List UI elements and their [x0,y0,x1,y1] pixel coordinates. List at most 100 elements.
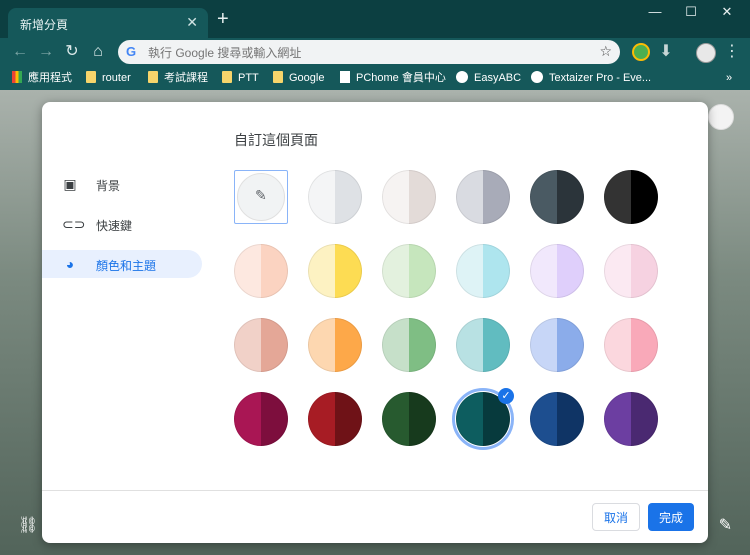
color-swatch[interactable] [308,318,362,372]
bookmark-label: Google [289,72,325,84]
color-swatch[interactable] [456,244,510,298]
google-icon: G [126,44,137,59]
new-tab-button[interactable]: + [217,9,229,29]
color-swatch[interactable] [530,244,584,298]
swatch-outline [530,392,584,446]
swatch-outline [456,170,510,224]
forward-button[interactable]: → [36,42,56,62]
color-swatch[interactable] [308,170,362,224]
account-avatar[interactable] [708,104,734,130]
bookmarks-more-button[interactable]: » [726,70,732,86]
palette-icon: ◕ [65,256,75,272]
nav-shortcuts[interactable]: ⊂⊃ 快速鍵 [42,210,202,238]
bookmark-label: router [102,72,131,84]
minimize-button[interactable]: — [640,4,670,24]
swatch-outline [234,318,288,372]
reload-button[interactable]: ↻ [62,42,82,62]
extension-icon[interactable] [632,43,650,61]
image-icon: ▣ [63,176,77,192]
folder-icon [222,71,232,83]
color-swatch[interactable] [604,392,658,446]
swatch-outline [530,170,584,224]
nav-colors-themes[interactable]: ◕ 顏色和主題 [42,250,202,278]
bookmark-label: PTT [238,72,259,84]
tab-title: 新增分頁 [20,18,69,32]
address-bar[interactable]: G ☆ [118,40,620,64]
bookmark-easyabc[interactable]: EasyABC [456,70,521,86]
swatch-outline [308,318,362,372]
bookmark-textaizer[interactable]: Textaizer Pro - Eve... [531,70,651,86]
selected-check-icon: ✓ [498,388,514,404]
nav-label: 背景 [96,179,121,193]
color-swatch[interactable] [604,318,658,372]
bookmarks-bar: 應用程式 router 考試課程 PTT Google PChome 會員中心 … [0,66,750,90]
bookmark-pchome[interactable]: PChome 會員中心 [340,70,446,86]
nav-label: 顏色和主題 [96,259,157,273]
color-swatch[interactable] [234,244,288,298]
nav-background[interactable]: ▣ 背景 [42,170,202,198]
swatch-outline [604,244,658,298]
link-icon: ⊂⊃ [62,216,86,232]
swatch-outline [234,244,288,298]
folder-icon [148,71,158,83]
color-swatch[interactable] [604,244,658,298]
shortcut-link-icon[interactable]: ⛓ [18,515,38,535]
custom-color-picker[interactable]: ✎ [234,170,288,224]
swatch-outline [308,170,362,224]
globe-icon [531,71,543,83]
color-swatch[interactable] [382,170,436,224]
bookmark-label: EasyABC [474,72,522,84]
swatch-outline [530,244,584,298]
customize-pencil-icon[interactable]: ✎ [719,515,732,535]
browser-tab[interactable]: 新增分頁 ✕ [8,8,208,38]
eyedropper-icon: ✎ [255,187,267,203]
color-swatch[interactable] [456,318,510,372]
color-swatch[interactable] [308,392,362,446]
swatch-outline [604,170,658,224]
customize-dialog: 自訂這個頁面 ▣ 背景 ⊂⊃ 快速鍵 ◕ 顏色和主題 ✎ ✓ 取消 完成 [42,102,708,543]
bookmark-router[interactable]: router [86,70,131,86]
swatch-outline [382,170,436,224]
folder-icon [86,71,96,83]
bookmark-star-icon[interactable]: ☆ [599,43,612,60]
menu-icon[interactable]: ⋮ [722,42,742,62]
download-icon[interactable]: ⬇ [656,42,676,62]
cancel-button[interactable]: 取消 [592,503,640,531]
bookmark-label: Textaizer Pro - Eve... [549,72,652,84]
bookmark-google[interactable]: Google [273,70,324,86]
bookmark-apps[interactable]: 應用程式 [12,70,72,86]
maximize-button[interactable]: ☐ [676,4,706,24]
color-swatch[interactable] [530,170,584,224]
toolbar: ← → ↻ ⌂ G ☆ ⬇ ⋮ [0,38,750,66]
bookmark-ptt[interactable]: PTT [222,70,259,86]
color-swatch[interactable] [530,392,584,446]
color-swatch[interactable] [382,244,436,298]
bookmark-label: 考試課程 [164,72,208,84]
swatch-outline [382,244,436,298]
profile-avatar[interactable] [696,43,716,63]
color-swatch[interactable] [456,170,510,224]
swatch-outline [604,392,658,446]
swatch-outline [308,392,362,446]
bookmark-exam[interactable]: 考試課程 [148,70,208,86]
tab-close-icon[interactable]: ✕ [186,14,198,31]
omnibox-input[interactable] [146,42,590,64]
color-swatch[interactable] [308,244,362,298]
close-window-button[interactable]: ✕ [712,4,742,24]
color-swatch[interactable] [382,318,436,372]
color-swatch[interactable] [234,318,288,372]
bookmark-label: PChome 會員中心 [356,72,446,84]
color-swatch[interactable] [530,318,584,372]
swatch-outline [456,318,510,372]
color-swatch[interactable] [604,170,658,224]
dialog-divider [42,490,708,491]
swatch-outline [382,392,436,446]
swatch-outline [382,318,436,372]
back-button[interactable]: ← [10,42,30,62]
pchome-icon [340,71,350,83]
color-swatch[interactable] [234,392,288,446]
done-button[interactable]: 完成 [648,503,694,531]
color-swatch[interactable] [382,392,436,446]
swatch-outline [604,318,658,372]
home-button[interactable]: ⌂ [88,42,108,62]
